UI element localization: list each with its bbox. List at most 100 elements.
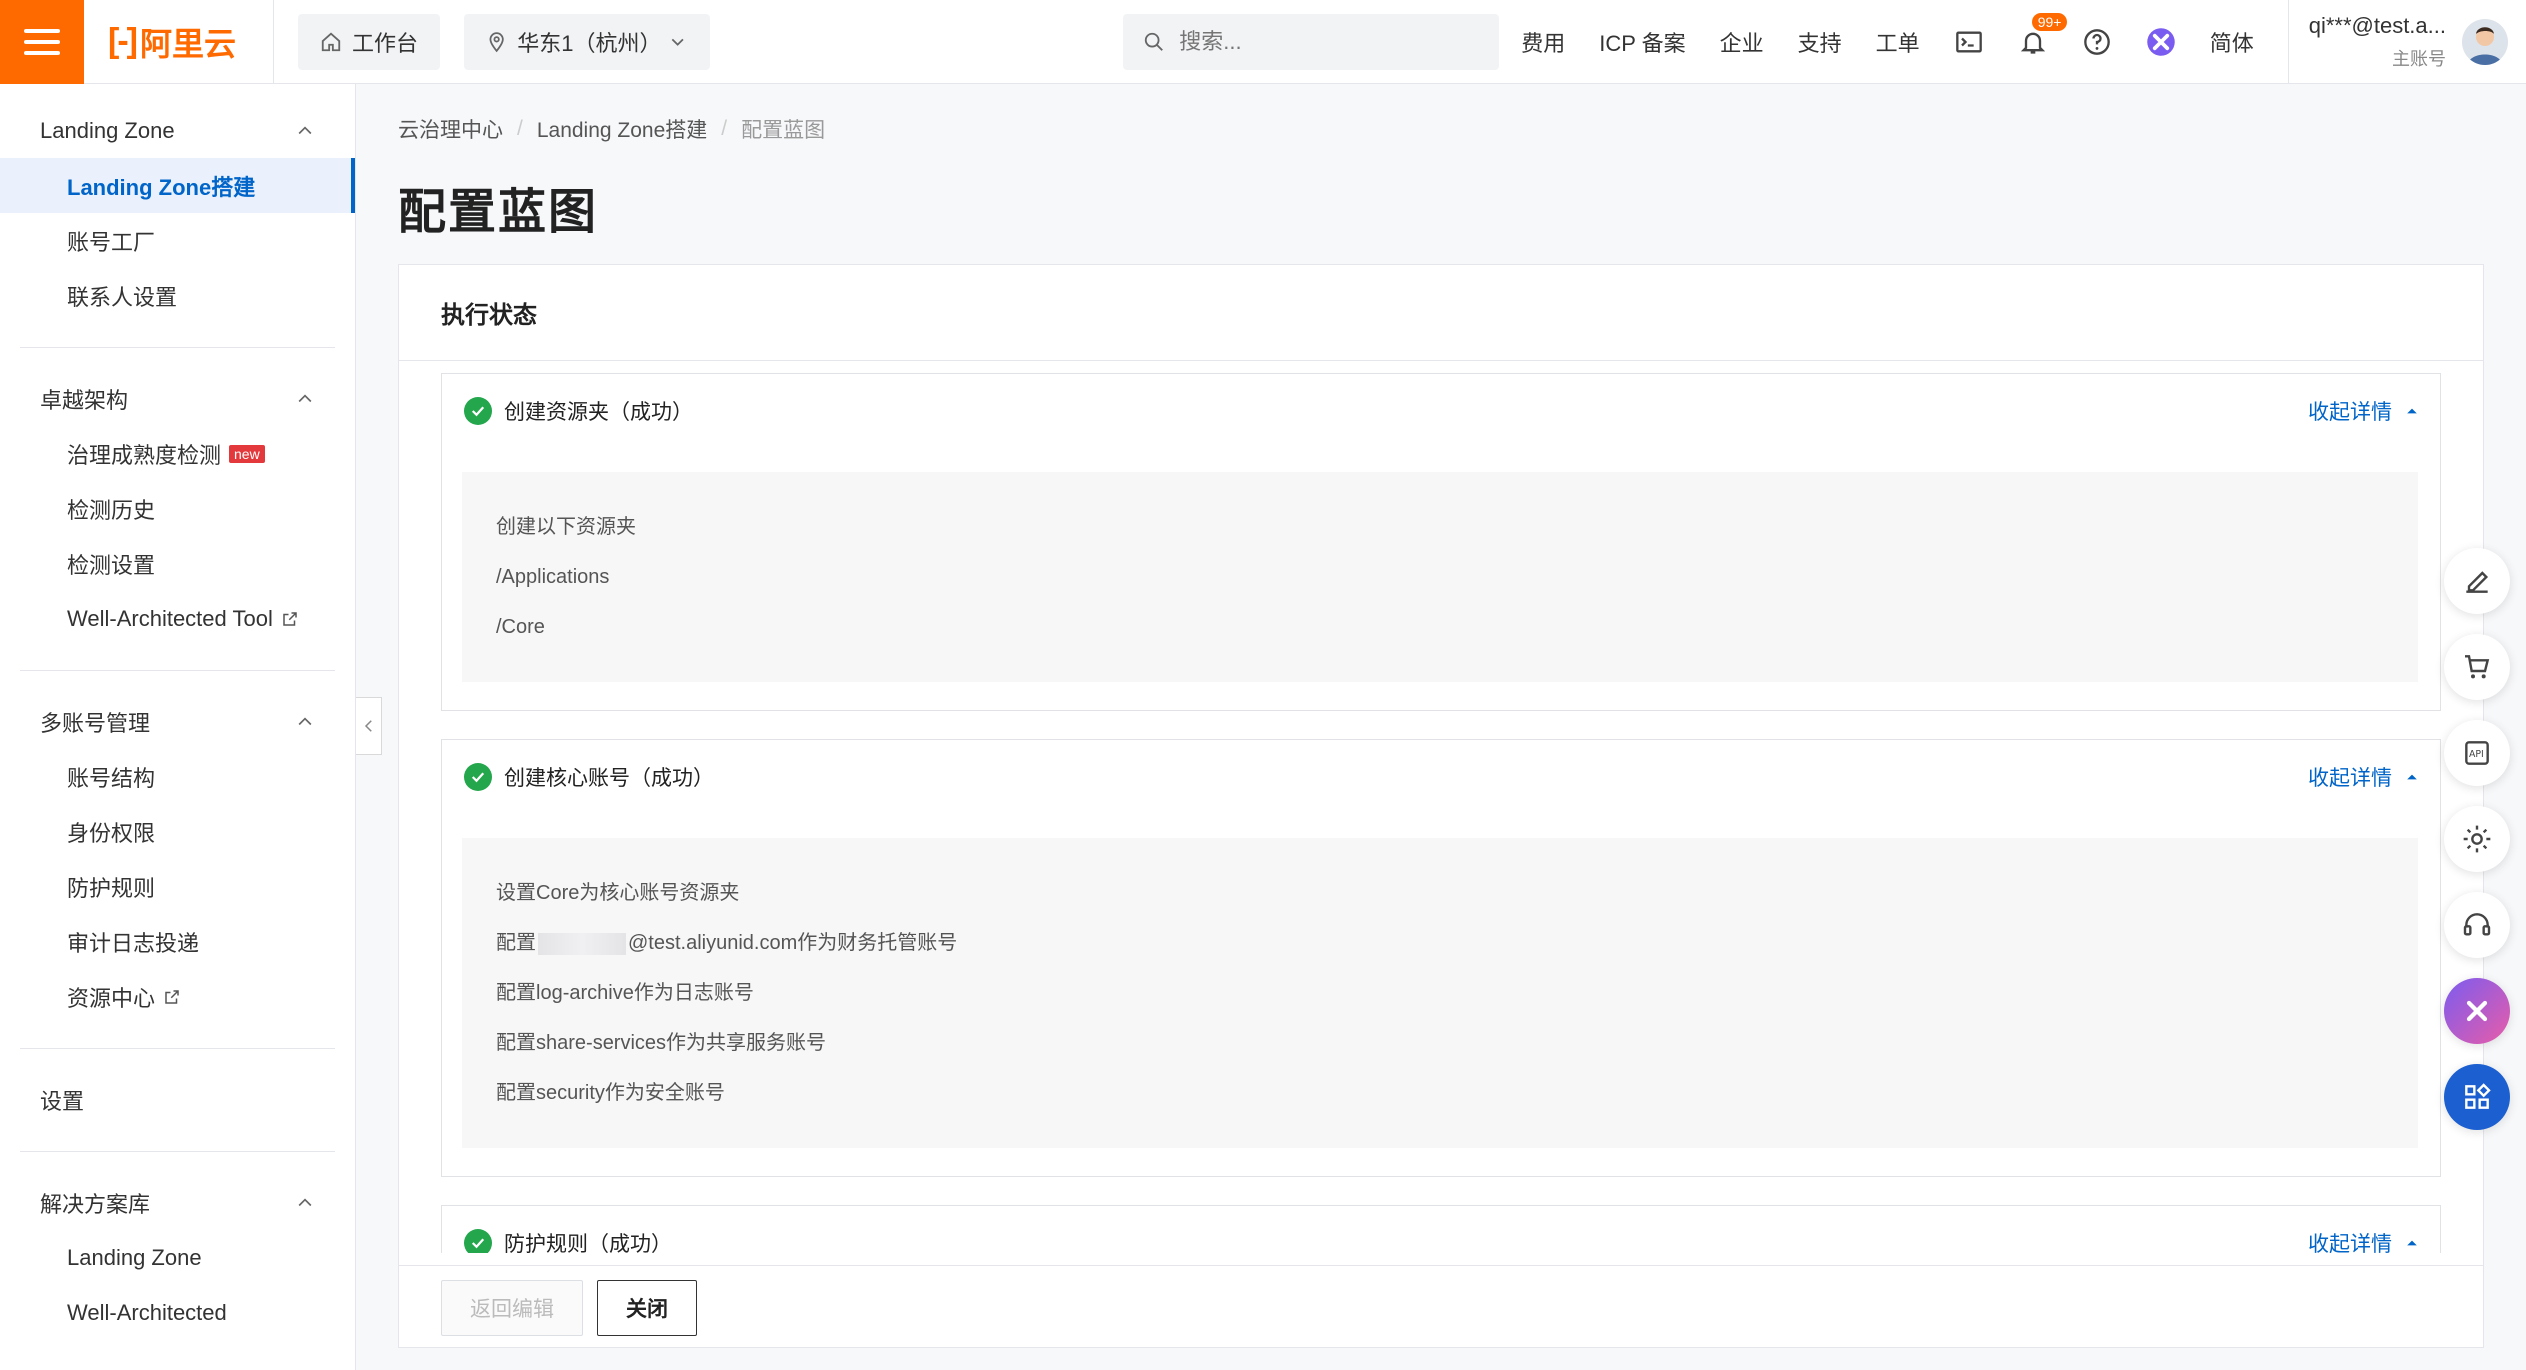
- step-detail-line: 设置Core为核心账号资源夹: [496, 882, 740, 904]
- sidebar-group-label: 解决方案库: [40, 1192, 151, 1217]
- sidebar-item-label: 账号工厂: [67, 229, 156, 255]
- cart-icon[interactable]: [2444, 634, 2510, 700]
- sidebar-item-label: Well-Architected Tool: [67, 605, 273, 631]
- step-create-core-accounts: 创建核心账号（成功） 收起详情 设置Core为核心账号资源夹 配置 @test.a…: [441, 739, 2441, 1177]
- gear-icon[interactable]: [2444, 806, 2510, 872]
- sidebar-group-well-architected[interactable]: 卓越架构: [0, 372, 355, 426]
- redacted-text: [538, 932, 626, 955]
- sidebar-group-label: 多账号管理: [40, 711, 151, 736]
- divider: [20, 1048, 335, 1049]
- step-detail-line: 配置share-services作为共享服务账号: [496, 1032, 827, 1054]
- breadcrumb-link-landing-zone[interactable]: Landing Zone搭建: [537, 114, 707, 144]
- success-check-icon: [464, 763, 492, 791]
- chevron-up-icon: [298, 717, 312, 726]
- region-selector[interactable]: 华东1（杭州）: [464, 13, 711, 70]
- sidebar-group-solutions[interactable]: 解决方案库: [0, 1176, 355, 1230]
- hamburger-menu-button[interactable]: [0, 0, 84, 84]
- sidebar-item-guardrails[interactable]: 防护规则: [0, 859, 355, 914]
- apps-grid-icon[interactable]: [2444, 1064, 2510, 1130]
- sidebar-item-label: 账号结构: [67, 765, 156, 791]
- ai-assistant-floating-icon[interactable]: [2444, 978, 2510, 1044]
- location-pin-icon: [489, 31, 504, 52]
- sidebar-item-account-factory[interactable]: 账号工厂: [0, 213, 355, 268]
- sidebar-item-audit-log[interactable]: 审计日志投递: [0, 914, 355, 969]
- user-name: qi***@test.a...: [2308, 12, 2446, 38]
- sidebar-item-landing-zone-setup[interactable]: Landing Zone搭建: [0, 158, 355, 213]
- nav-link-ticket[interactable]: 工单: [1876, 26, 1920, 58]
- sidebar-item-label: Landing Zone: [67, 1244, 202, 1270]
- sidebar-item-solution-landing-zone[interactable]: Landing Zone: [0, 1230, 355, 1285]
- notification-badge: 99+: [2031, 12, 2068, 31]
- workbench-label: 工作台: [352, 30, 419, 56]
- breadcrumb-link-cloud-governance[interactable]: 云治理中心: [398, 114, 503, 144]
- logo-text: 阿里云: [139, 25, 236, 62]
- close-button[interactable]: 关闭: [597, 1279, 697, 1336]
- sidebar-group-landing-zone[interactable]: Landing Zone: [0, 104, 355, 158]
- help-icon[interactable]: [2082, 27, 2112, 57]
- sidebar-item-label: 检测历史: [67, 497, 156, 523]
- sidebar-item-identity-permissions[interactable]: 身份权限: [0, 804, 355, 859]
- user-account-menu[interactable]: qi***@test.a... 主账号: [2287, 0, 2526, 84]
- panel-title: 执行状态: [399, 265, 2483, 361]
- collapse-details-link[interactable]: 收起详情: [2308, 762, 2418, 792]
- success-check-icon: [464, 397, 492, 425]
- sidebar-group-multi-account[interactable]: 多账号管理: [0, 695, 355, 749]
- sidebar-item-resource-center[interactable]: 资源中心: [0, 969, 355, 1024]
- sidebar-collapse-button[interactable]: [356, 697, 382, 755]
- collapse-details-link[interactable]: 收起详情: [2308, 396, 2418, 426]
- nav-link-billing[interactable]: 费用: [1521, 26, 1565, 58]
- sidebar-item-solution-well-architected[interactable]: Well-Architected: [0, 1285, 355, 1340]
- sidebar-item-account-structure[interactable]: 账号结构: [0, 749, 355, 804]
- step-detail-line: 创建以下资源夹: [496, 516, 636, 538]
- sidebar-item-label: 资源中心: [67, 985, 156, 1011]
- sidebar-item-label: 检测设置: [67, 552, 156, 578]
- sidebar-item-check-settings[interactable]: 检测设置: [0, 536, 355, 591]
- sidebar-group-label: 卓越架构: [40, 388, 129, 413]
- edit-feedback-icon[interactable]: [2444, 548, 2510, 614]
- divider: [20, 1151, 335, 1152]
- step-detail-line: /Core: [496, 616, 545, 638]
- avatar[interactable]: [2462, 18, 2508, 65]
- divider: [20, 670, 335, 671]
- aliyun-logo[interactable]: [-] 阿里云: [84, 0, 274, 84]
- chevron-up-icon: [298, 126, 312, 135]
- nav-link-icp[interactable]: ICP 备案: [1599, 26, 1685, 58]
- top-links: 费用 ICP 备案 企业 支持 工单 99+ 简体: [1521, 12, 2254, 58]
- sidebar-item-check-history[interactable]: 检测历史: [0, 481, 355, 536]
- workbench-button[interactable]: 工作台: [298, 13, 441, 70]
- caret-up-icon: [2407, 774, 2417, 780]
- nav-link-support[interactable]: 支持: [1798, 26, 1842, 58]
- breadcrumb-separator: /: [517, 117, 523, 140]
- step-details: 创建以下资源夹 /Applications /Core: [462, 472, 2418, 682]
- step-detail-line: 配置log-archive作为日志账号: [496, 982, 754, 1004]
- back-to-edit-button[interactable]: 返回编辑: [441, 1279, 583, 1336]
- language-switch[interactable]: 简体: [2210, 26, 2254, 58]
- global-search[interactable]: [1123, 13, 1500, 70]
- user-role: 主账号: [2392, 48, 2446, 69]
- sidebar: Landing Zone Landing Zone搭建 账号工厂 联系人设置 卓…: [0, 84, 356, 1370]
- collapse-details-link[interactable]: 收起详情: [2308, 1228, 2418, 1253]
- sidebar-item-wa-tool[interactable]: Well-Architected Tool: [0, 591, 355, 646]
- collapse-details-label: 收起详情: [2308, 401, 2392, 424]
- divider: [20, 347, 335, 348]
- region-label: 华东1（杭州）: [517, 30, 662, 56]
- execution-steps: 创建资源夹（成功） 收起详情 创建以下资源夹 /Applications /Co…: [441, 373, 2441, 1253]
- collapse-details-label: 收起详情: [2308, 767, 2392, 790]
- sidebar-item-label: 身份权限: [67, 820, 156, 846]
- cloud-shell-icon[interactable]: [1954, 27, 1984, 57]
- sidebar-item-settings[interactable]: 设置: [0, 1073, 355, 1127]
- notification-bell-icon[interactable]: 99+: [2018, 12, 2068, 57]
- ai-assistant-icon[interactable]: [2146, 27, 2176, 57]
- sidebar-item-label: 审计日志投递: [67, 930, 200, 956]
- sidebar-item-contacts[interactable]: 联系人设置: [0, 268, 355, 323]
- breadcrumb-separator: /: [721, 117, 728, 140]
- search-input[interactable]: [1179, 28, 1480, 55]
- headset-support-icon[interactable]: [2444, 892, 2510, 958]
- sidebar-item-maturity-check[interactable]: 治理成熟度检测 new: [0, 426, 355, 481]
- nav-link-enterprise[interactable]: 企业: [1720, 26, 1764, 58]
- main-content: 云治理中心 / Landing Zone搭建 / 配置蓝图 配置蓝图 执行状态 …: [398, 84, 2484, 1370]
- chevron-up-icon: [298, 394, 312, 403]
- sidebar-item-label: Landing Zone搭建: [67, 174, 256, 200]
- api-icon[interactable]: API: [2444, 720, 2510, 786]
- step-title: 创建资源夹（成功）: [504, 401, 693, 424]
